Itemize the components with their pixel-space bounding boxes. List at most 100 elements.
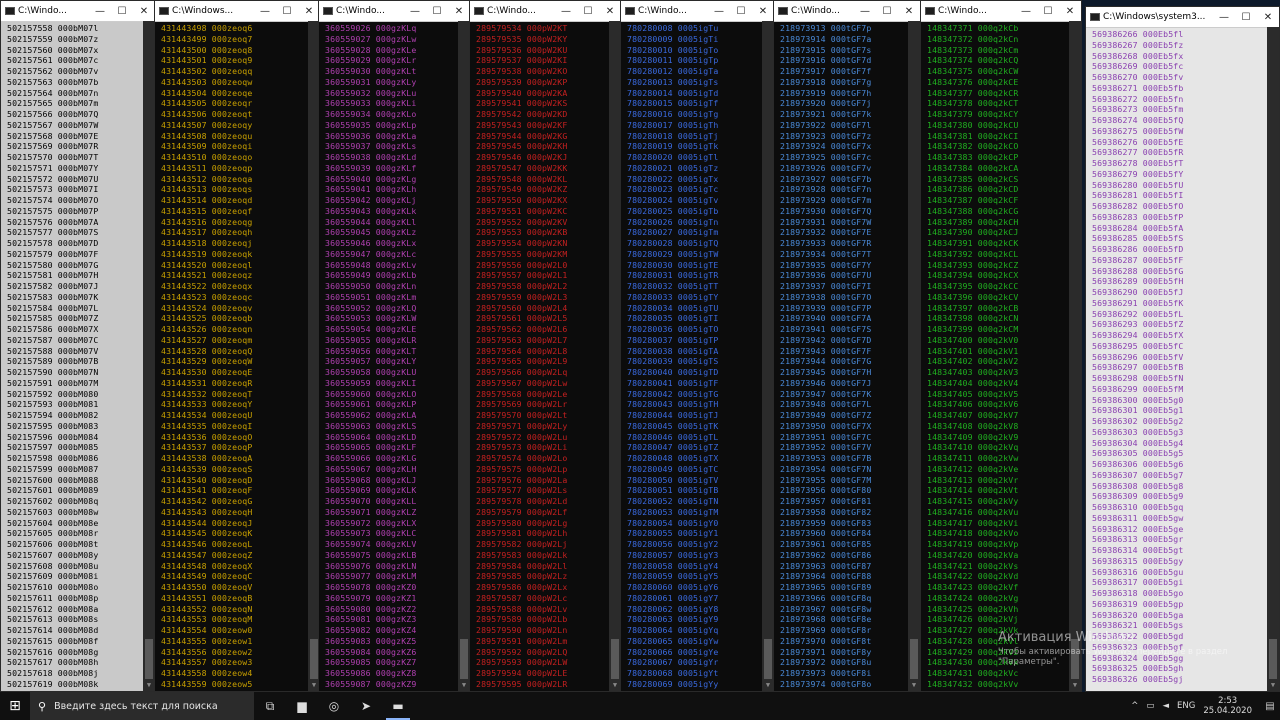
console-line: 780280019 0005igTk xyxy=(627,141,719,152)
scroll-down-arrow-icon[interactable]: ▼ xyxy=(1069,679,1081,691)
maximize-button[interactable]: ☐ xyxy=(577,1,599,21)
minimize-button[interactable]: — xyxy=(708,1,730,21)
console-line: 218973951 000tGF7C xyxy=(780,431,872,442)
scrollbar-thumb[interactable] xyxy=(310,639,318,679)
task-view-icon[interactable]: ⧉ xyxy=(254,692,286,720)
minimize-button[interactable]: — xyxy=(854,1,876,21)
close-button[interactable]: ✕ xyxy=(752,1,774,21)
console-line: 780280009 0005igTi xyxy=(627,33,719,44)
cmd-icon[interactable]: ▬ xyxy=(382,692,414,720)
maximize-button[interactable]: ☐ xyxy=(111,1,133,21)
scrollbar-thumb[interactable] xyxy=(764,639,772,679)
minimize-button[interactable]: — xyxy=(1015,1,1037,21)
window-titlebar[interactable]: C:\Windo... — ☐ ✕ xyxy=(921,1,1081,22)
console-output[interactable]: 502157558 000bM07l 502157559 000bM07z 5021… xyxy=(1,21,143,691)
tray-chevron-icon[interactable]: ^ xyxy=(1131,701,1138,711)
window-titlebar[interactable]: C:\Windo... — ☐ ✕ xyxy=(319,1,470,22)
minimize-button[interactable]: — xyxy=(555,1,577,21)
console-line: 431443501 000zeoq9 xyxy=(161,55,253,66)
console-line: 431443515 000zeoqf xyxy=(161,205,253,216)
window-titlebar[interactable]: C:\Windows\system3... — ☐ ✕ xyxy=(1086,7,1279,28)
close-button[interactable]: ✕ xyxy=(599,1,621,21)
console-output[interactable]: 431443498 000zeoq6 431443499 000zeoq7 4314… xyxy=(155,21,308,691)
maximize-button[interactable]: ☐ xyxy=(730,1,752,21)
window-titlebar[interactable]: C:\Windo... — ☐ ✕ xyxy=(621,1,774,22)
console-window-4[interactable]: C:\Windo... — ☐ ✕ 289579534 000pW2KT 28957953… xyxy=(469,0,622,692)
clock[interactable]: 2:53 25.04.2020 xyxy=(1203,696,1252,716)
close-button[interactable]: ✕ xyxy=(1059,1,1081,21)
console-line: 360559068 000gzKLJ xyxy=(325,474,417,485)
console-line: 360559045 000gzKLz xyxy=(325,227,417,238)
window-title: C:\Windo... xyxy=(791,6,840,16)
console-line: 502157585 000bM07Z xyxy=(7,313,99,324)
minimize-button[interactable]: — xyxy=(254,1,276,21)
console-line: 431443532 000zeoqT xyxy=(161,388,253,399)
vertical-scrollbar[interactable]: ▼ xyxy=(1069,21,1081,691)
window-titlebar[interactable]: C:\Windo... — ☐ ✕ xyxy=(1,1,155,22)
console-line: 360559042 000gzKLj xyxy=(325,195,417,205)
console-output[interactable]: 360559026 000gzKLq 360559027 000gzKLw 3605… xyxy=(319,21,458,691)
maximize-button[interactable]: ☐ xyxy=(1235,7,1257,27)
console-output[interactable]: 780280008 0005igTu 780280009 0005igTi 7802… xyxy=(621,21,762,691)
opera-icon[interactable]: ◎ xyxy=(318,692,350,720)
scrollbar-thumb[interactable] xyxy=(910,639,918,679)
console-line: 502157586 000bM07X xyxy=(7,324,99,334)
console-app-icon xyxy=(1090,13,1100,21)
maximize-button[interactable]: ☐ xyxy=(1037,1,1059,21)
maximize-button[interactable]: ☐ xyxy=(876,1,898,21)
window-title: C:\Windo... xyxy=(336,6,385,16)
console-window-8[interactable]: C:\Windows\system3... — ☐ ✕ 569386266 000Eb5… xyxy=(1085,6,1280,692)
console-line: 360559059 000gzKLI xyxy=(325,377,417,388)
minimize-button[interactable]: — xyxy=(89,1,111,21)
console-window-2[interactable]: C:\Windows... — ☐ ✕ 431443498 000zeoq6 431443… xyxy=(154,0,321,692)
console-window-5[interactable]: C:\Windo... — ☐ ✕ 780280008 0005igTu 78028000… xyxy=(620,0,775,692)
console-line: 360559049 000gzKLb xyxy=(325,270,417,281)
console-window-6[interactable]: C:\Windo... — ☐ ✕ 218973913 000tGF7p 21897391… xyxy=(773,0,921,692)
maximize-button[interactable]: ☐ xyxy=(426,1,448,21)
console-output[interactable]: 569386266 000Eb5fl 569386267 000Eb5fz 5693… xyxy=(1086,27,1267,691)
notifications-icon[interactable]: ▤ xyxy=(1260,692,1280,720)
vertical-scrollbar[interactable]: ▼ xyxy=(1267,27,1279,691)
console-line: 148347396 000q2kCV xyxy=(927,291,1019,302)
volume-icon[interactable]: ◄ xyxy=(1162,701,1169,711)
scrollbar-thumb[interactable] xyxy=(145,639,153,679)
scrollbar-thumb[interactable] xyxy=(460,639,468,679)
console-line: 289579585 000pW2Lz xyxy=(476,571,568,582)
console-output[interactable]: 218973913 000tGF7p 218973914 000tGF7a 2189… xyxy=(774,21,908,691)
console-window-3[interactable]: C:\Windo... — ☐ ✕ 360559026 000gzKLq 36055902… xyxy=(318,0,471,692)
window-titlebar[interactable]: C:\Windows... — ☐ ✕ xyxy=(155,1,320,22)
scrollbar-thumb[interactable] xyxy=(611,639,619,679)
console-line: 148347432 000q2kVv xyxy=(927,678,1019,689)
console-output[interactable]: 148347371 000q2kCb 148347372 000q2kCn 1483… xyxy=(921,21,1069,691)
start-button[interactable]: ⊞ xyxy=(0,692,30,720)
vertical-scrollbar[interactable]: ▼ xyxy=(908,21,920,691)
maximize-button[interactable]: ☐ xyxy=(276,1,298,21)
console-window-1[interactable]: C:\Windo... — ☐ ✕ 502157558 000bM07l 50215755… xyxy=(0,0,156,692)
search-box[interactable]: ⚲ Введите здесь текст для поиска xyxy=(30,692,254,720)
close-button[interactable]: ✕ xyxy=(298,1,320,21)
minimize-button[interactable]: — xyxy=(404,1,426,21)
console-output[interactable]: 289579534 000pW2KT 289579535 000pW2KY 2895… xyxy=(470,21,609,691)
console-line: 569386281 000Eb5fI xyxy=(1092,190,1184,201)
close-button[interactable]: ✕ xyxy=(133,1,155,21)
console-line: 289579551 000pW2KC xyxy=(476,205,568,216)
console-line: 502157607 000bM08y xyxy=(7,549,99,560)
file-explorer-icon[interactable]: ▆ xyxy=(286,692,318,720)
console-line: 289579594 000pW2LE xyxy=(476,668,568,678)
window-titlebar[interactable]: C:\Windo... — ☐ ✕ xyxy=(470,1,621,22)
scroll-down-arrow-icon[interactable]: ▼ xyxy=(908,679,920,691)
close-button[interactable]: ✕ xyxy=(448,1,470,21)
console-window-7[interactable]: C:\Windo... — ☐ ✕ 148347371 000q2kCb 14834737… xyxy=(920,0,1082,692)
window-titlebar[interactable]: C:\Windo... — ☐ ✕ xyxy=(774,1,920,22)
language-indicator[interactable]: ENG xyxy=(1177,701,1195,711)
telegram-icon[interactable]: ➤ xyxy=(350,692,382,720)
close-button[interactable]: ✕ xyxy=(898,1,920,21)
window-title: C:\Windows... xyxy=(172,6,234,16)
minimize-button[interactable]: — xyxy=(1213,7,1235,27)
scroll-down-arrow-icon[interactable]: ▼ xyxy=(1267,679,1279,691)
close-button[interactable]: ✕ xyxy=(1257,7,1279,27)
console-line: 148347403 000q2kV3 xyxy=(927,367,1019,377)
console-line: 431443525 000zeoqb xyxy=(161,313,253,324)
network-icon[interactable]: ▭ xyxy=(1146,701,1154,711)
console-line: 780280023 0005igTc xyxy=(627,184,719,195)
